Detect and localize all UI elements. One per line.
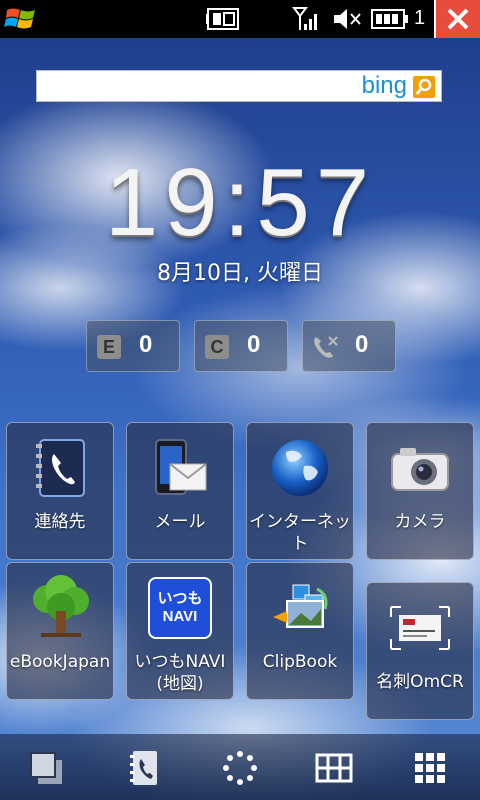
loading-ring-icon	[223, 751, 257, 785]
tile-camera[interactable]: カメラ	[366, 422, 474, 560]
status-bar: 1	[0, 0, 480, 38]
status-trailing-digit: 1	[414, 7, 426, 29]
internet-globe-icon	[272, 440, 328, 496]
camera-icon	[391, 448, 449, 491]
windows-start-icon[interactable]	[4, 4, 40, 34]
tile-internet-label: インターネット	[249, 512, 351, 554]
bing-search-bar[interactable]: bing	[36, 70, 442, 102]
tile-camera-label: カメラ	[394, 512, 446, 532]
missed-call-counter[interactable]: 0	[302, 320, 396, 372]
navi-badge-text: いつも NAVI	[157, 590, 203, 625]
signal-icon	[292, 7, 317, 30]
clipbook-icon	[273, 584, 328, 628]
missed-call-icon	[314, 336, 338, 358]
apps-grid-button[interactable]	[410, 748, 450, 788]
navi-map-icon: いつも NAVI	[148, 577, 212, 639]
tile-mail-label: メール	[154, 512, 206, 532]
tile-ebookjapan[interactable]: eBookJapan	[6, 562, 114, 700]
bottom-toolbar	[0, 734, 480, 800]
tile-navi-label: いつもNAVI (地図)	[134, 652, 226, 694]
clock-time[interactable]: 19:57	[0, 148, 480, 258]
email-icon: E	[97, 335, 121, 359]
close-icon	[447, 8, 469, 30]
apps-grid-icon	[415, 753, 445, 783]
bing-logo: bing	[361, 72, 407, 99]
tile-meishi-omcr-label: 名刺OmCR	[376, 672, 464, 692]
tile-mail[interactable]: メール	[126, 422, 234, 560]
contacts-icon	[36, 439, 85, 497]
window-switch-icon	[30, 752, 62, 784]
email-count: 0	[139, 331, 153, 358]
missed-call-count: 0	[355, 331, 369, 358]
tile-contacts[interactable]: 連絡先	[6, 422, 114, 560]
phonebook-button[interactable]	[124, 748, 164, 788]
volume-mute-icon	[334, 9, 361, 29]
calendar-count: 0	[247, 331, 261, 358]
ebook-tree-icon	[33, 575, 89, 637]
tile-meishi-omcr[interactable]: 名刺OmCR	[366, 582, 474, 720]
tile-internet[interactable]: インターネット	[246, 422, 354, 560]
grid-view-button[interactable]	[314, 748, 354, 788]
clock-date: 8月10日, 火曜日	[157, 261, 323, 286]
tile-clipbook-label: ClipBook	[262, 652, 338, 672]
window-switch-button[interactable]	[26, 748, 66, 788]
business-card-scanner-icon	[390, 606, 450, 650]
calendar-icon: C	[205, 335, 229, 359]
battery-icon	[371, 9, 408, 29]
tile-contacts-label: 連絡先	[34, 512, 86, 532]
tile-clipbook[interactable]: ClipBook	[246, 562, 354, 700]
tile-navi[interactable]: いつも NAVI いつもNAVI (地図)	[126, 562, 234, 700]
email-counter[interactable]: E 0	[86, 320, 180, 372]
close-button[interactable]	[434, 0, 480, 38]
mail-icon	[155, 439, 207, 495]
battery-indicator-icon	[206, 8, 239, 30]
search-icon[interactable]	[413, 76, 435, 98]
grid-view-icon	[315, 753, 353, 783]
calendar-counter[interactable]: C 0	[194, 320, 288, 372]
loading-ring-button[interactable]	[220, 748, 260, 788]
contacts-book-icon	[130, 751, 157, 785]
tile-ebookjapan-label: eBookJapan	[9, 652, 111, 672]
